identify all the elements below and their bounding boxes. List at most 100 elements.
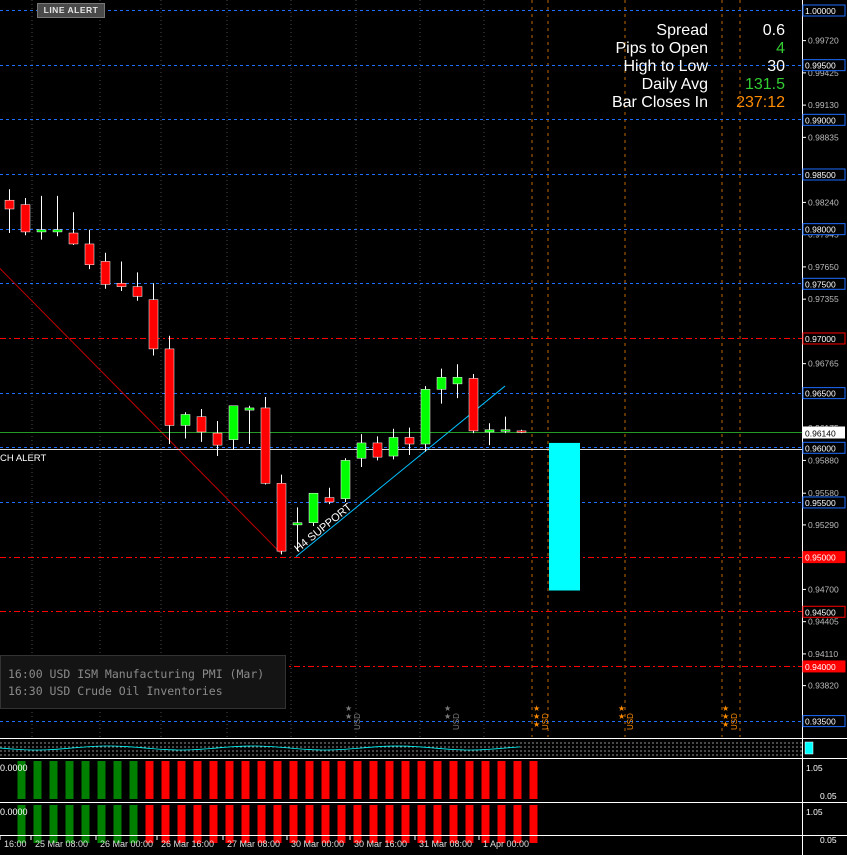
candle-body [308,492,319,523]
time-axis-label: 16:00 [4,839,27,849]
oscillator-panel [0,738,802,757]
level-label: 0.96500 [805,389,836,399]
histogram-2-bar [65,805,74,843]
histogram-2-bar [257,805,266,843]
candle-body [388,437,399,457]
candle-body [212,432,223,446]
news-currency-label: USD [541,713,550,730]
level-label: 0.96000 [805,443,836,453]
histogram-1-bar [97,761,106,799]
histogram-2-bar [353,805,362,843]
candle-body [340,460,351,499]
candle-body [84,243,95,265]
candle-body [164,348,175,426]
time-axis-label: 27 Mar 08:00 [227,839,280,849]
impact-star-icon: ★ [345,712,352,721]
news-item[interactable]: 16:30 USD Crude Oil Inventories [1,683,285,700]
histogram-1-bar [65,761,74,799]
time-axis-label: 30 Mar 16:00 [354,839,407,849]
current-price-label: 0.96140 [805,429,836,439]
candle-body [52,229,63,233]
histogram-1-bar [129,761,138,799]
histogram-1-bar [225,761,234,799]
histogram-2-bar [305,805,314,843]
histogram-1-bar [145,761,154,799]
histogram-1-bar [529,761,538,799]
info-value: 0.6 [762,22,785,39]
time-axis-label: 31 Mar 08:00 [419,839,472,849]
impact-star-icon: ★ [444,712,451,721]
histogram-2-bar [529,805,538,843]
info-label: Pips to Open [615,40,709,57]
histogram-1-bar [305,761,314,799]
info-row-pips-to-open: Pips to Open 4 [560,40,786,58]
histogram-2-bar [369,805,378,843]
level-label: 0.97500 [805,279,836,289]
time-axis-label: 30 Mar 00:00 [291,839,344,849]
price-tick-label: 0.98240 [808,197,839,207]
oscillator-value-box [804,741,814,755]
info-value: 131.5 [744,76,785,93]
candle-body [196,416,207,433]
candle-body [436,377,447,390]
candle-body [452,377,463,385]
histogram-2-scale-high: 1.05 [806,807,823,817]
candle-body [260,407,271,484]
histogram-2-bar [113,805,122,843]
histogram-1-bar [289,761,298,799]
histogram-1-bar [161,761,170,799]
price-chart[interactable]: H4 SUPPORT★★USD★★USD★★★USD★★USD★★★USD1.0… [0,0,847,855]
candle-body [228,405,239,440]
line-alert-button[interactable]: LINE ALERT [37,3,105,18]
info-label: Bar Closes In [611,94,708,111]
candle-body [68,232,79,245]
candle-body [4,199,15,210]
price-tick-label: 0.97355 [808,294,839,304]
candle-body [292,522,303,526]
info-label: Spread [656,22,708,39]
histogram-2-bar [321,805,330,843]
histogram-1-scale-low: 0.05 [820,791,837,801]
candle-body [500,429,511,432]
info-value: 30 [767,58,785,75]
histogram-2-bar [161,805,170,843]
histogram-1-bar [321,761,330,799]
histogram-1-label: 0.0000 [0,763,28,773]
candle-body [36,229,47,233]
candle-body [132,286,143,297]
trend-line[interactable] [0,261,282,554]
level-label: 0.94500 [805,607,836,617]
histogram-2-bar [289,805,298,843]
candle-body [420,389,431,445]
impact-star-icon: ★ [722,720,729,729]
histogram-2-bar [97,805,106,843]
histogram-1-bar [401,761,410,799]
level-label: 0.95000 [805,553,836,563]
histogram-2-bar [49,805,58,843]
price-tick-label: 0.95880 [808,455,839,465]
candle-body [20,204,31,233]
histogram-1-bar [241,761,250,799]
histogram-1-bar [385,761,394,799]
price-tick-label: 0.93820 [808,681,839,691]
info-row-spread: Spread 0.6 [560,22,785,40]
candle-body [484,429,495,433]
touch-alert-label: CH ALERT [0,453,47,464]
level-label: 0.93500 [805,717,836,727]
info-row-high-to-low: High to Low 30 [560,58,786,76]
support-line-label: H4 SUPPORT [292,501,354,555]
news-item[interactable]: 16:00 USD ISM Manufacturing PMI (Mar) [1,666,285,683]
histogram-2-bar [129,805,138,843]
price-tick-label: 0.98835 [808,132,839,142]
info-row-daily-avg: Daily Avg 131.5 [560,76,785,94]
info-value: 4 [776,40,785,57]
price-tick-label: 0.94700 [808,584,839,594]
histogram-2-bar [417,805,426,843]
target-zone[interactable] [549,442,580,591]
time-axis-label: 25 Mar 08:00 [35,839,88,849]
news-currency-label: USD [452,713,461,730]
histogram-1-bar [465,761,474,799]
info-label: High to Low [623,58,709,75]
histogram-2-bar [33,805,42,843]
histogram-2-bar [177,805,186,843]
